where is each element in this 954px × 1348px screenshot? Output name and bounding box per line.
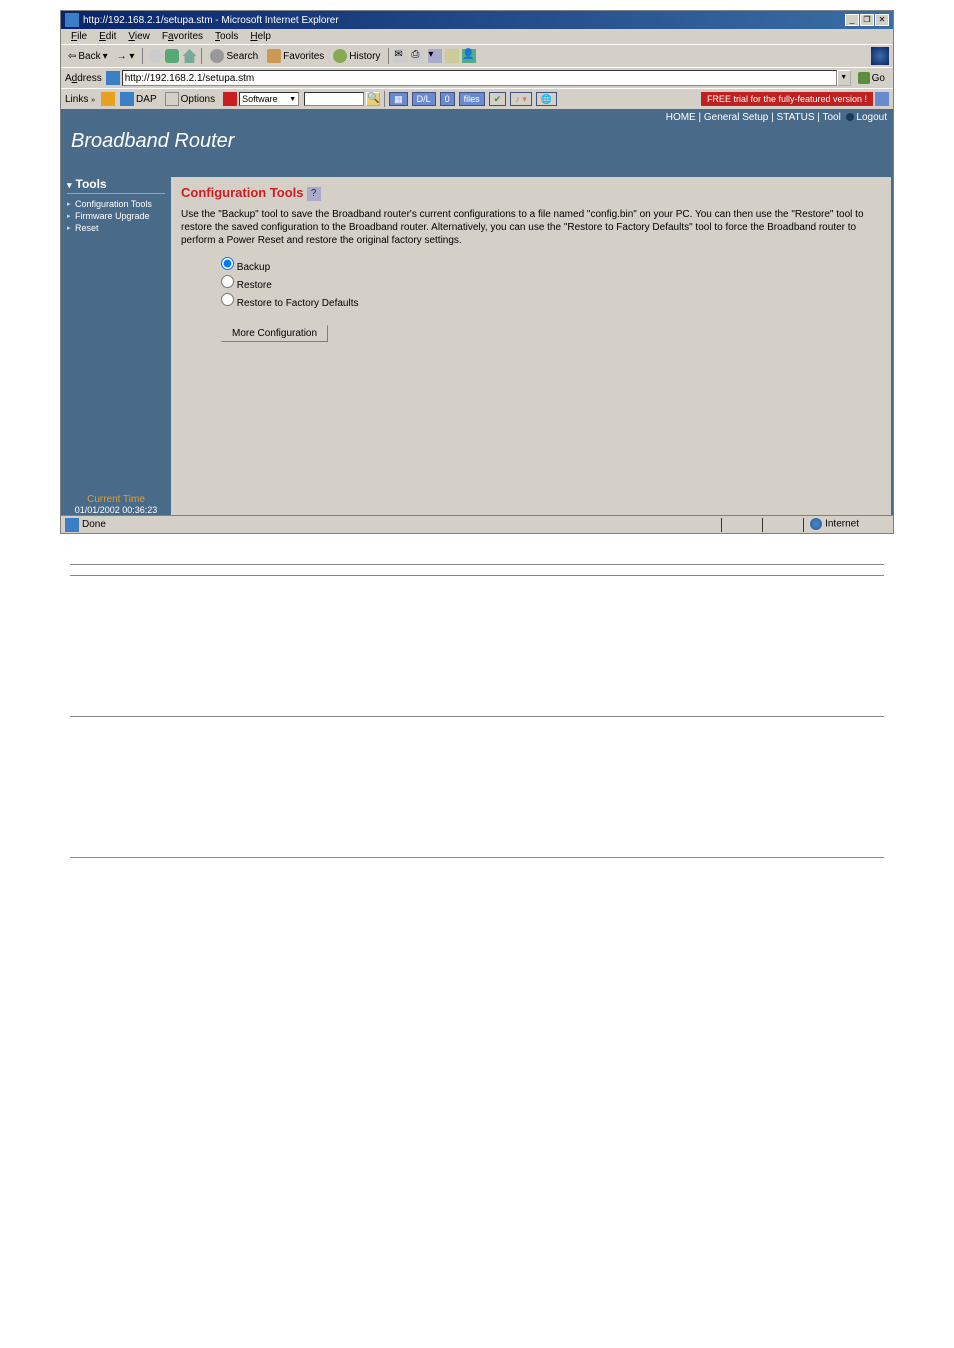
messenger-icon[interactable]: 👤 — [462, 49, 476, 63]
search-button[interactable]: Search — [207, 48, 261, 64]
dap-end-icon[interactable] — [875, 92, 889, 106]
dap-search-input[interactable] — [304, 92, 364, 106]
search-icon[interactable]: 🔍 — [366, 92, 380, 106]
help-icon[interactable]: ? — [307, 187, 321, 201]
radio-backup-label: Backup — [237, 262, 270, 273]
more-configuration-button[interactable]: More Configuration — [221, 325, 328, 342]
current-time-value: 01/01/2002 00:36:23 — [67, 505, 165, 515]
dap-files: files — [459, 92, 485, 106]
ie-logo-icon — [871, 47, 889, 65]
maximize-button[interactable]: ❐ — [860, 14, 874, 26]
content-description: Use the "Backup" tool to save the Broadb… — [181, 208, 881, 247]
dap-trial-banner[interactable]: FREE trial for the fully-featured versio… — [701, 92, 873, 106]
menu-help[interactable]: Help — [244, 30, 277, 43]
status-page-icon — [65, 518, 79, 532]
menu-tools[interactable]: Tools — [209, 30, 244, 43]
discuss-icon[interactable] — [445, 49, 459, 63]
menubar: File Edit View Favorites Tools Help — [61, 29, 893, 44]
dap-shield-icon[interactable] — [101, 92, 115, 106]
radio-restore-label: Restore — [237, 280, 272, 291]
close-button[interactable]: ✕ — [875, 14, 889, 26]
ie-icon — [65, 13, 79, 27]
home-icon[interactable] — [182, 49, 196, 63]
menu-file[interactable]: File — [65, 30, 93, 43]
logout-icon — [846, 113, 854, 121]
footer-separator — [70, 564, 884, 858]
edit-icon[interactable]: ▾ — [428, 49, 442, 63]
minimize-button[interactable]: _ — [845, 14, 859, 26]
toolbar: ⇦ Back ▾ → ▾ Search Favorites History ✉ … — [61, 44, 893, 67]
dap-check-icon[interactable]: ✔ — [489, 92, 507, 106]
address-label: Address — [65, 73, 102, 84]
menu-view[interactable]: View — [122, 30, 156, 43]
router-topnav: HOME | General Setup | STATUS | Tool Log… — [61, 109, 893, 126]
status-text: Done — [82, 519, 721, 530]
linksbar: Links » DAP Options Software▼ 🔍 ▦ D/L 0 … — [61, 88, 893, 109]
dap-count: 0 — [440, 92, 455, 106]
sidebar: Tools Configuration Tools Firmware Upgra… — [61, 177, 171, 515]
print-icon[interactable]: ⎙ — [411, 49, 425, 63]
nav-logout[interactable]: Logout — [856, 112, 887, 123]
window-titlebar: http://192.168.2.1/setupa.stm - Microsof… — [61, 11, 893, 29]
content-title: Configuration Tools — [181, 185, 304, 200]
sidebar-item-reset[interactable]: Reset — [67, 222, 165, 234]
sidebar-title: Tools — [67, 177, 165, 194]
sidebar-item-firmware-upgrade[interactable]: Firmware Upgrade — [67, 210, 165, 222]
dap-world-icon[interactable]: 🌐 — [536, 92, 557, 106]
titlebar-text: http://192.168.2.1/setupa.stm - Microsof… — [83, 15, 844, 26]
addressbar: Address ▼ Go — [61, 67, 893, 88]
menu-edit[interactable]: Edit — [93, 30, 122, 43]
address-input[interactable] — [122, 70, 837, 86]
nav-tool[interactable]: Tool — [822, 112, 840, 123]
forward-button[interactable]: → ▾ — [114, 50, 138, 63]
menu-favorites[interactable]: Favorites — [156, 30, 209, 43]
dap-button[interactable]: DAP — [117, 92, 160, 106]
history-button[interactable]: History — [330, 48, 383, 64]
links-label: Links » — [65, 94, 95, 105]
sidebar-item-configuration-tools[interactable]: Configuration Tools — [67, 198, 165, 210]
address-dropdown[interactable]: ▼ — [837, 70, 851, 86]
go-button[interactable]: Go — [854, 72, 889, 84]
radio-factory[interactable] — [221, 293, 234, 306]
statusbar: Done Internet — [61, 515, 893, 533]
software-select[interactable]: Software▼ — [220, 92, 302, 106]
radio-factory-label: Restore to Factory Defaults — [237, 298, 359, 309]
stop-icon[interactable] — [148, 49, 162, 63]
globe-icon — [810, 518, 822, 530]
back-button[interactable]: ⇦ Back ▾ — [65, 50, 111, 63]
dap-dl-button[interactable]: D/L — [412, 92, 436, 106]
page-content: HOME | General Setup | STATUS | Tool Log… — [61, 109, 893, 515]
radio-backup[interactable] — [221, 257, 234, 270]
current-time-label: Current Time — [67, 494, 165, 505]
nav-status[interactable]: STATUS — [777, 112, 815, 123]
content-frame: Configuration Tools ? Use the "Backup" t… — [171, 177, 891, 515]
dap-music-icon[interactable]: ♪ ▾ — [510, 92, 532, 106]
page-icon — [106, 71, 120, 85]
refresh-icon[interactable] — [165, 49, 179, 63]
status-zone: Internet — [825, 518, 859, 529]
dap-tile-icon[interactable]: ▦ — [389, 92, 408, 106]
brand-title: Broadband Router — [61, 126, 893, 177]
favorites-button[interactable]: Favorites — [264, 48, 327, 64]
browser-window: http://192.168.2.1/setupa.stm - Microsof… — [60, 10, 894, 534]
nav-general-setup[interactable]: General Setup — [704, 112, 769, 123]
options-button[interactable]: Options — [162, 92, 218, 106]
mail-icon[interactable]: ✉ — [394, 49, 408, 63]
nav-home[interactable]: HOME — [666, 112, 696, 123]
radio-restore[interactable] — [221, 275, 234, 288]
